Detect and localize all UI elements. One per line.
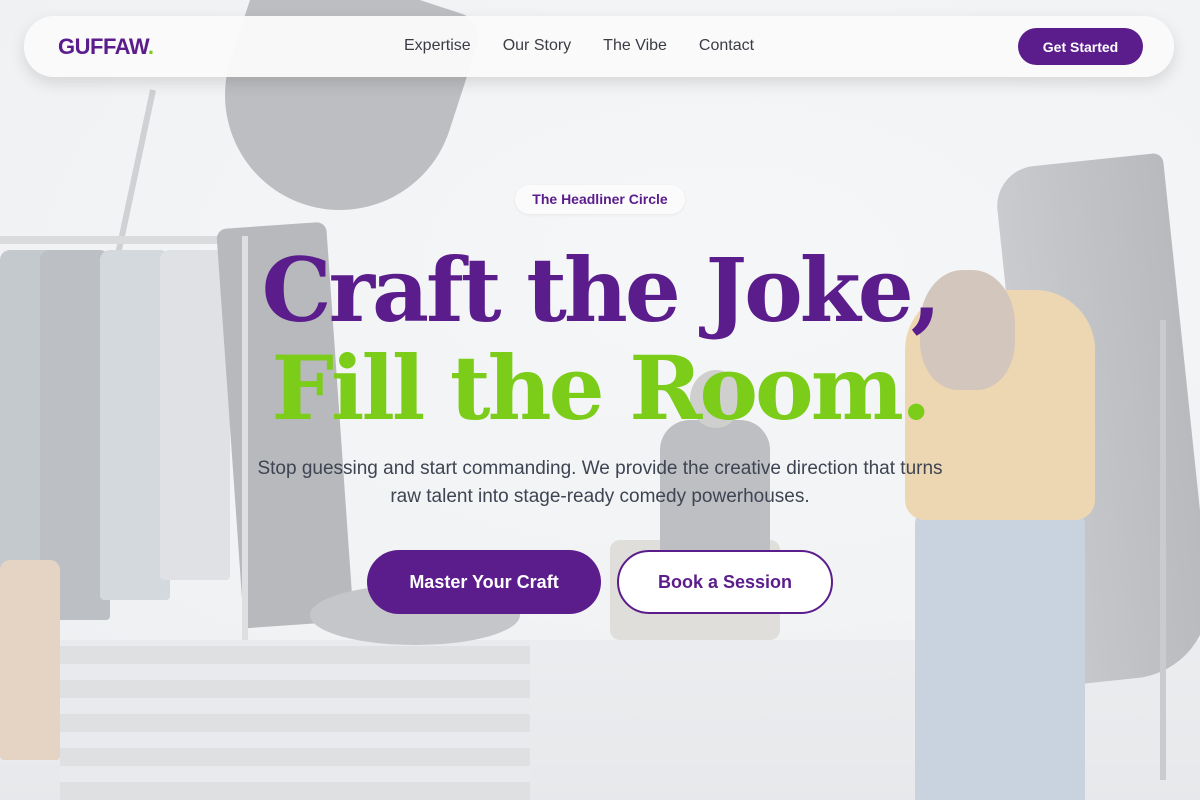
landing-page: GUFFAW. Expertise Our Story The Vibe Con… [0, 0, 1200, 800]
brand-logo[interactable]: GUFFAW. [58, 34, 154, 60]
hero-headline-line2: Fill the Room. [271, 336, 932, 440]
get-started-button[interactable]: Get Started [1018, 28, 1143, 65]
master-your-craft-button[interactable]: Master Your Craft [367, 550, 601, 614]
top-navbar: GUFFAW. Expertise Our Story The Vibe Con… [24, 16, 1174, 77]
nav-link-the-vibe[interactable]: The Vibe [603, 37, 667, 55]
nav-link-contact[interactable]: Contact [699, 37, 754, 55]
nav-link-our-story[interactable]: Our Story [503, 37, 571, 55]
hero-badge: The Headliner Circle [515, 185, 685, 214]
hero-subtitle: Stop guessing and start commanding. We p… [257, 458, 943, 507]
logo-text: GUFFAW [58, 34, 148, 59]
book-a-session-button[interactable]: Book a Session [617, 550, 833, 614]
logo-dot: . [147, 34, 154, 59]
nav-links: Expertise Our Story The Vibe Contact [404, 37, 754, 55]
nav-link-expertise[interactable]: Expertise [404, 37, 471, 55]
hero-headline-line1: Craft the Joke, [261, 238, 942, 342]
